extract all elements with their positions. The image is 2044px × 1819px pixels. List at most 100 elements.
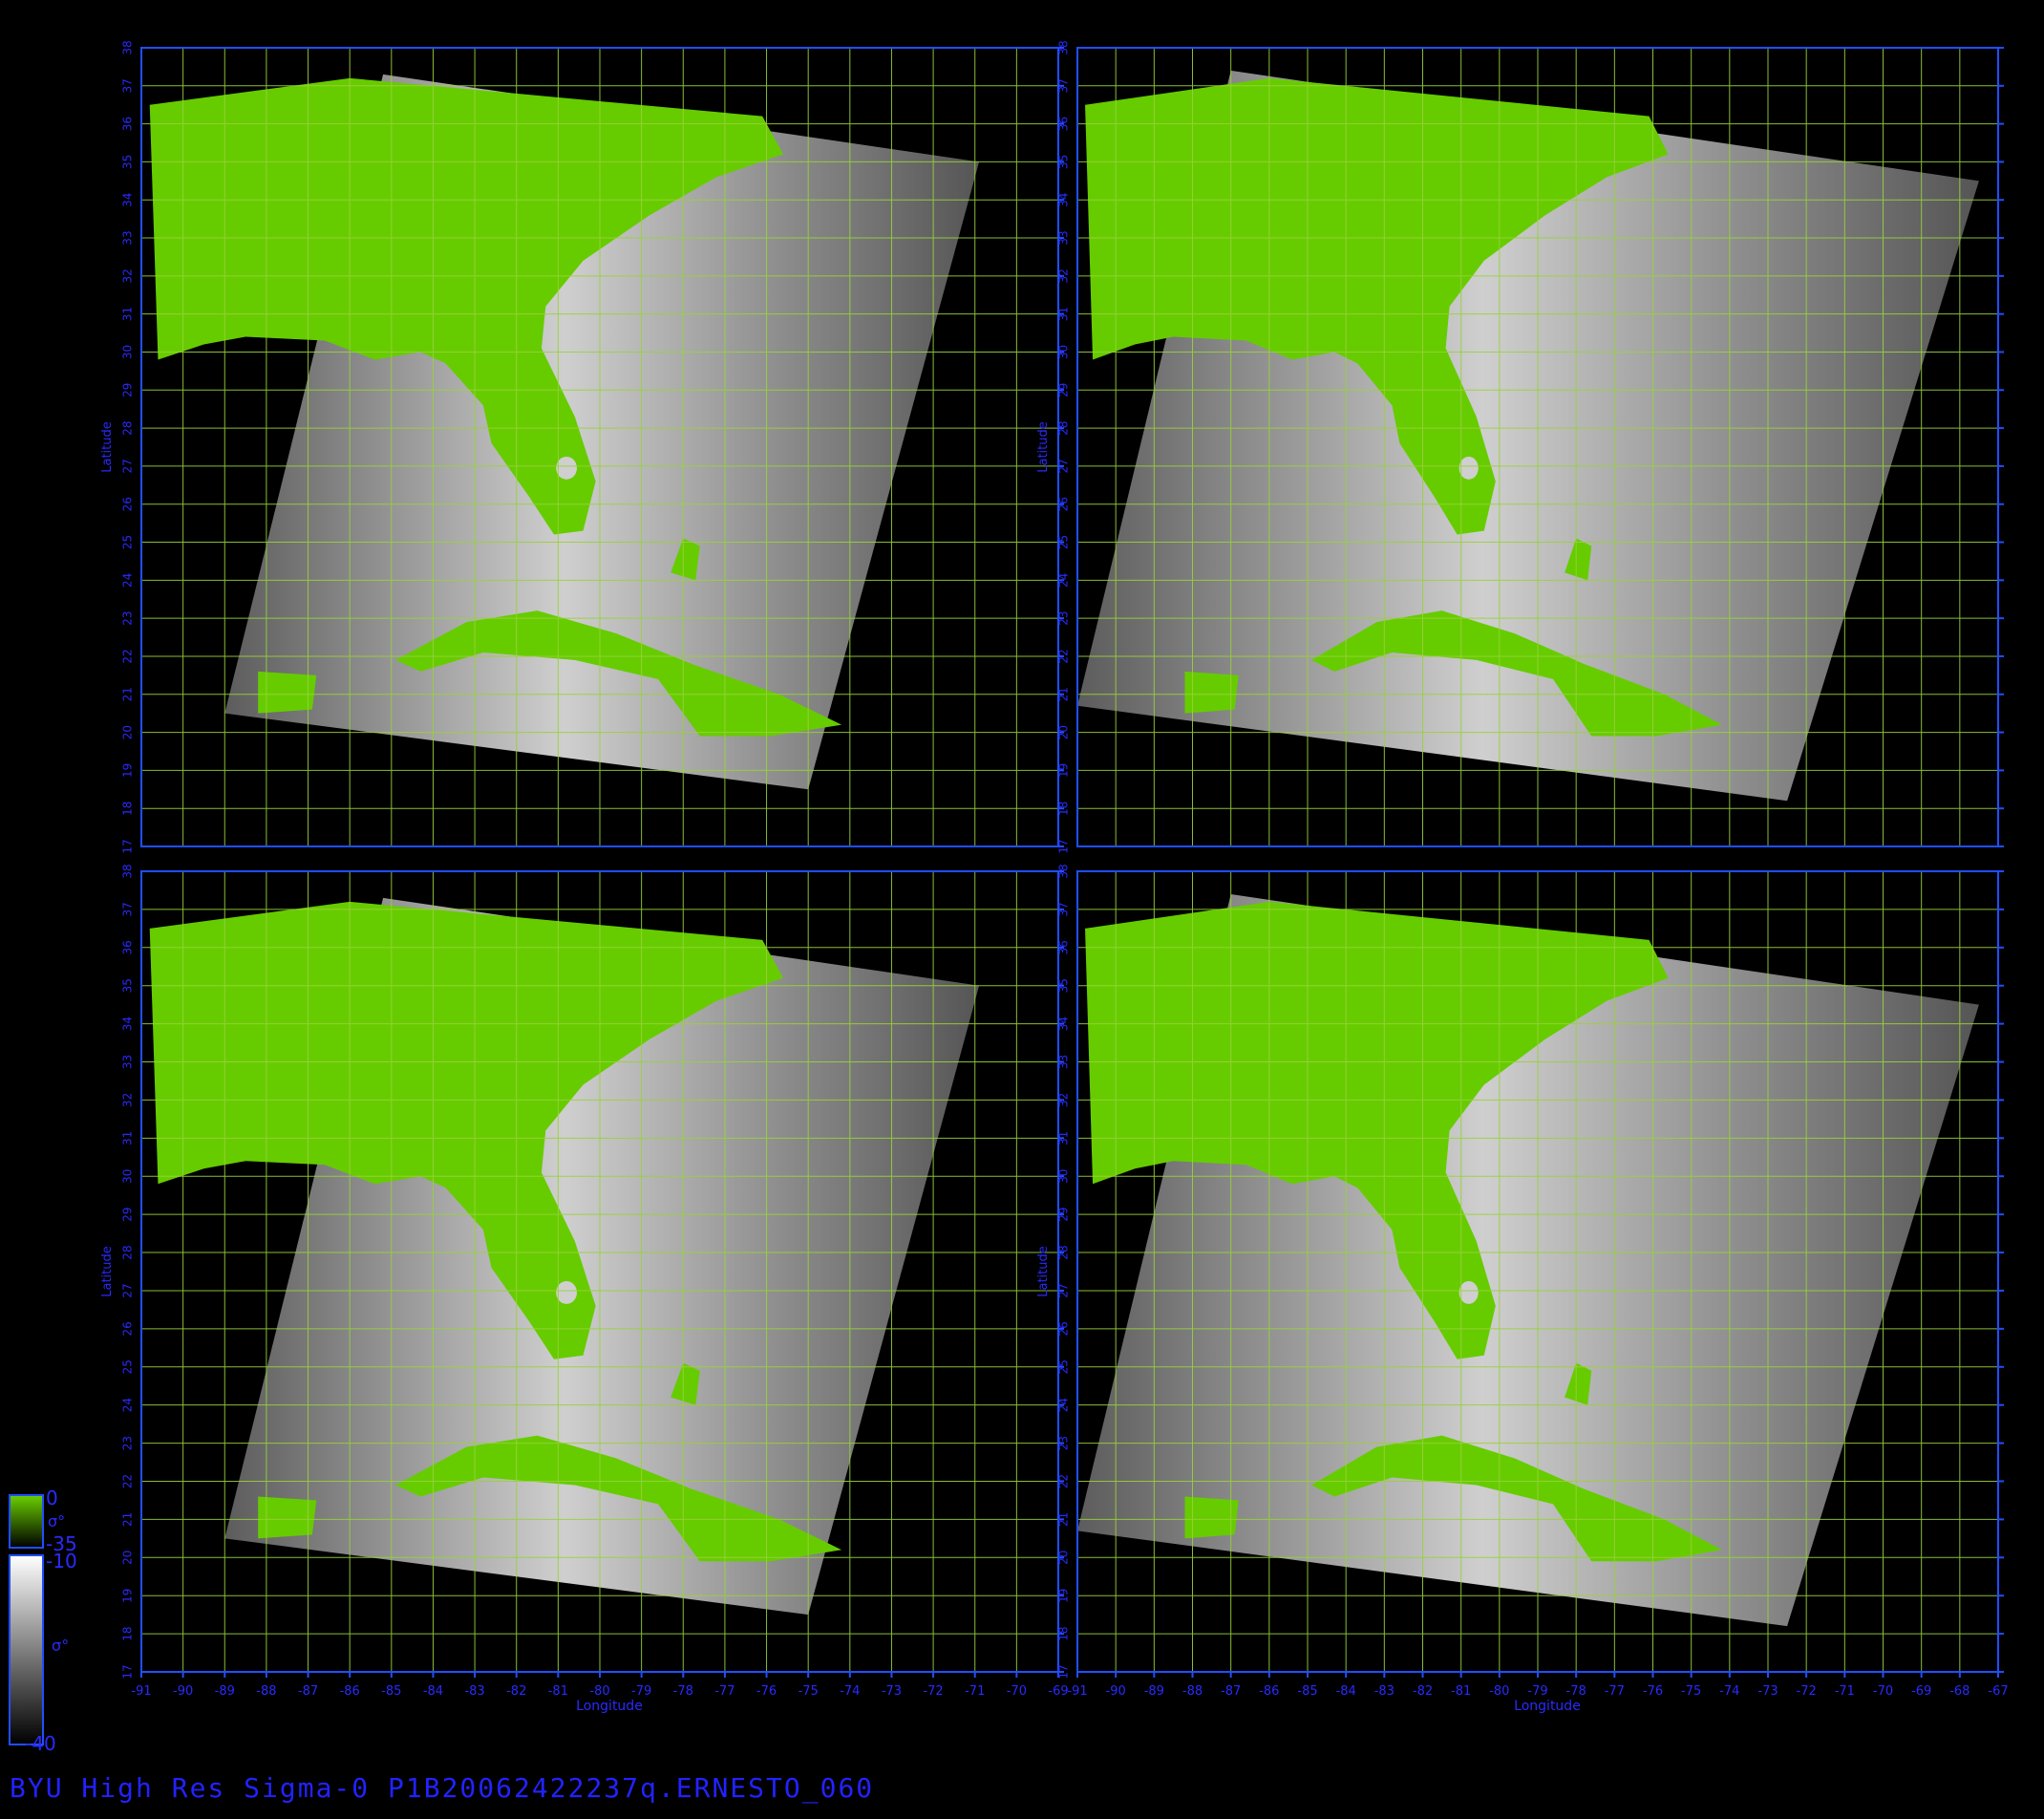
lat-tick-label: 29 bbox=[121, 1208, 135, 1222]
lon-tick-label: -80 bbox=[1489, 1684, 1509, 1699]
lon-tick-label: -82 bbox=[506, 1684, 526, 1699]
lon-tick-label: -78 bbox=[673, 1684, 693, 1699]
map-panel-top-right: 17 18 19 20 21 22 23 24 25 26 27 28 29 30 31 32 33 34 35 36… bbox=[1036, 40, 2004, 854]
lon-tick-label: -67 bbox=[1988, 1684, 2008, 1699]
lon-tick-label: -69 bbox=[1048, 1684, 1068, 1699]
lat-tick-label: 30 bbox=[1057, 345, 1071, 359]
lat-tick-label: 30 bbox=[121, 1169, 135, 1184]
lat-tick-label: 33 bbox=[1057, 1055, 1071, 1069]
lon-tick-label: -86 bbox=[1259, 1684, 1279, 1699]
lon-tick-label: -71 bbox=[965, 1684, 985, 1699]
lat-tick-label: 37 bbox=[121, 78, 135, 93]
lat-tick-label: 34 bbox=[121, 193, 135, 207]
lat-tick-label: 37 bbox=[1057, 902, 1071, 916]
lon-tick-label: -89 bbox=[1144, 1684, 1164, 1699]
y-axis-label: Latitude bbox=[100, 421, 115, 473]
lat-tick-label: 20 bbox=[1057, 1551, 1071, 1565]
lat-tick-label: 32 bbox=[121, 1093, 135, 1107]
y-axis-label: Latitude bbox=[1036, 1246, 1051, 1297]
lon-tick-label: -70 bbox=[1873, 1684, 1893, 1699]
lake-okeechobee bbox=[1458, 456, 1479, 480]
lat-tick-label: 23 bbox=[1057, 1436, 1071, 1450]
lat-tick-label: 32 bbox=[1057, 1093, 1071, 1107]
lat-tick-label: 21 bbox=[121, 1512, 135, 1527]
lat-tick-label: 32 bbox=[121, 268, 135, 283]
lat-tick-label: 21 bbox=[1057, 1512, 1071, 1527]
lat-tick-label: 35 bbox=[121, 978, 135, 993]
lat-tick-label: 30 bbox=[1057, 1169, 1071, 1184]
lat-tick-label: 26 bbox=[121, 1321, 135, 1336]
lat-tick-label: 22 bbox=[1057, 1474, 1071, 1488]
lat-tick-label: 20 bbox=[121, 725, 135, 739]
lon-tick-label: -83 bbox=[1374, 1684, 1395, 1699]
figure-title: BYU High Res Sigma-0 P1B20062422237q.ERN… bbox=[10, 1772, 875, 1804]
lon-tick-label: -74 bbox=[840, 1684, 860, 1699]
lon-tick-label: -88 bbox=[256, 1684, 276, 1699]
lat-tick-label: 37 bbox=[1057, 78, 1071, 93]
colorbar-land-max: 0 bbox=[46, 1487, 58, 1509]
lon-tick-label: -70 bbox=[1007, 1684, 1027, 1699]
lon-tick-label: -81 bbox=[1451, 1684, 1471, 1699]
lat-tick-label: 35 bbox=[121, 155, 135, 169]
lat-tick-label: 31 bbox=[1057, 307, 1071, 321]
lat-tick-label: 20 bbox=[1057, 725, 1071, 739]
colorbar-ocean-symbol: σ° bbox=[52, 1637, 70, 1655]
sigma0-figure: 17 18 19 20 21 22 23 24 25 26 27 28 29 30 31 32 33 34 35 36… bbox=[0, 0, 2044, 1815]
lon-tick-label: -85 bbox=[381, 1684, 401, 1699]
lake-okeechobee bbox=[556, 456, 577, 480]
lon-tick-label: -91 bbox=[131, 1684, 151, 1699]
lon-tick-label: -73 bbox=[882, 1684, 902, 1699]
lat-tick-label: 17 bbox=[1057, 839, 1071, 853]
lat-tick-label: 26 bbox=[1057, 497, 1071, 511]
colorbar bbox=[9, 1494, 44, 1745]
lat-tick-label: 18 bbox=[121, 1626, 135, 1640]
lat-tick-label: 17 bbox=[121, 1664, 135, 1679]
colorbar-land bbox=[9, 1494, 44, 1549]
lat-tick-label: 22 bbox=[121, 1474, 135, 1488]
lat-tick-label: 36 bbox=[1057, 117, 1071, 131]
lat-tick-label: 27 bbox=[1057, 1283, 1071, 1297]
lat-tick-label: 27 bbox=[1057, 459, 1071, 473]
lat-tick-label: 33 bbox=[1057, 230, 1071, 245]
lat-tick-label: 19 bbox=[1057, 763, 1071, 778]
lat-tick-label: 36 bbox=[121, 940, 135, 954]
lat-tick-label: 38 bbox=[1057, 40, 1071, 54]
lat-tick-label: 18 bbox=[1057, 1626, 1071, 1640]
lat-tick-label: 24 bbox=[121, 573, 135, 588]
lon-tick-label: -86 bbox=[340, 1684, 360, 1699]
lon-tick-label: -84 bbox=[1336, 1684, 1356, 1699]
y-axis-label: Latitude bbox=[1036, 421, 1051, 473]
lon-tick-label: -91 bbox=[1067, 1684, 1087, 1699]
lat-tick-label: 25 bbox=[121, 535, 135, 549]
lon-tick-label: -75 bbox=[1681, 1684, 1701, 1699]
map-panel-top-left: 17 18 19 20 21 22 23 24 25 26 27 28 29 30 31 32 33 34 35 36… bbox=[100, 40, 1064, 854]
lat-tick-label: 19 bbox=[1057, 1589, 1071, 1603]
lat-tick-label: 22 bbox=[121, 649, 135, 663]
lat-tick-label: 31 bbox=[121, 307, 135, 321]
lon-tick-label: -71 bbox=[1835, 1684, 1855, 1699]
lat-tick-label: 38 bbox=[121, 864, 135, 878]
lat-tick-label: 35 bbox=[1057, 155, 1071, 169]
lat-tick-label: 34 bbox=[1057, 1016, 1071, 1031]
x-axis-label: Longitude bbox=[576, 1699, 643, 1714]
lat-tick-label: 17 bbox=[1057, 1664, 1071, 1679]
lon-tick-label: -77 bbox=[714, 1684, 735, 1699]
lat-tick-label: 31 bbox=[1057, 1131, 1071, 1145]
figure-canvas: 17 18 19 20 21 22 23 24 25 26 27 28 29 30 31 32 33 34 35 36… bbox=[9, 40, 2009, 1745]
lat-tick-label: 23 bbox=[121, 611, 135, 626]
lat-tick-label: 38 bbox=[121, 40, 135, 54]
lat-tick-label: 17 bbox=[121, 839, 135, 853]
lat-tick-label: 18 bbox=[121, 802, 135, 816]
lat-tick-label: 28 bbox=[121, 1245, 135, 1259]
x-axis-label: Longitude bbox=[1514, 1699, 1581, 1714]
lon-tick-label: -72 bbox=[1797, 1684, 1817, 1699]
lat-tick-label: 28 bbox=[121, 420, 135, 435]
colorbar-ocean-min: -40 bbox=[25, 1732, 56, 1755]
colorbar-ocean bbox=[9, 1554, 44, 1745]
lon-tick-label: -83 bbox=[464, 1684, 484, 1699]
lon-tick-label: -77 bbox=[1605, 1684, 1625, 1699]
lat-tick-label: 38 bbox=[1057, 864, 1071, 878]
y-axis-label: Latitude bbox=[100, 1246, 115, 1297]
lat-tick-label: 29 bbox=[1057, 383, 1071, 397]
lake-okeechobee bbox=[556, 1280, 577, 1304]
